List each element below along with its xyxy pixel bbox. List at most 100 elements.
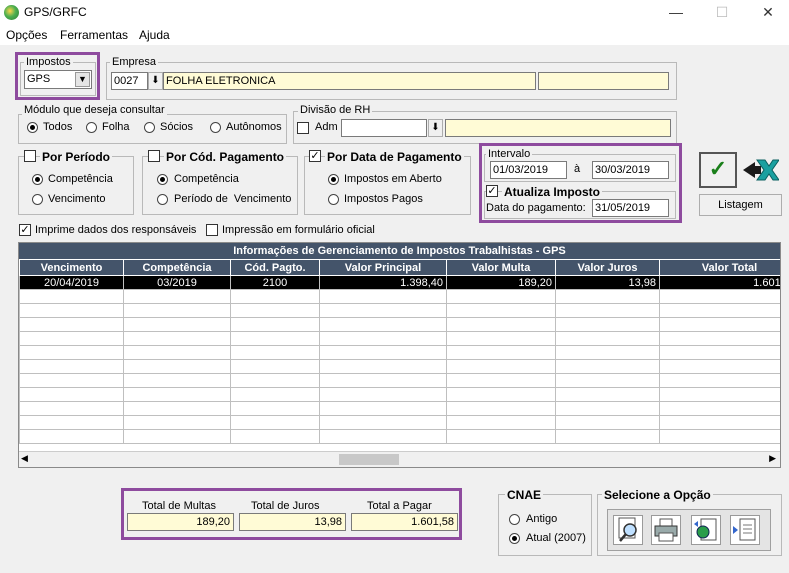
empresa-code-input[interactable]: 0027 <box>111 72 148 90</box>
scroll-left-icon[interactable]: ◀ <box>21 453 28 464</box>
cod-competencia-radio[interactable] <box>157 174 168 185</box>
confirm-check-icon[interactable]: ✓ <box>699 152 737 188</box>
search-preview-icon[interactable] <box>613 515 643 545</box>
download-arrow-icon[interactable]: ⬇ <box>428 119 443 137</box>
col-valor-total[interactable]: Valor Total <box>659 259 780 276</box>
adm-checkbox[interactable] <box>297 122 309 134</box>
periodo-competencia-radio[interactable] <box>32 174 43 185</box>
exit-icon[interactable] <box>741 152 780 188</box>
empty-row[interactable] <box>19 331 780 346</box>
imprime-checkbox[interactable]: ✓ <box>19 224 31 236</box>
modulo-label: Módulo que deseja consultar <box>22 104 167 116</box>
por-data-group <box>304 156 471 215</box>
impressao-checkbox[interactable] <box>206 224 218 236</box>
cell-valor-multa[interactable]: 189,20 <box>446 275 556 290</box>
divisao-name-field[interactable] <box>445 119 671 137</box>
data-aberto-label: Impostos em Aberto <box>344 173 442 185</box>
cell-vencimento[interactable]: 20/04/2019 <box>19 275 124 290</box>
modulo-todos-label: Todos <box>43 121 73 133</box>
download-arrow-icon[interactable]: ⬇ <box>148 72 163 90</box>
divisao-code-input[interactable] <box>341 119 427 137</box>
app-icon <box>4 5 19 20</box>
por-periodo-group <box>18 156 134 215</box>
listagem-button[interactable]: Listagem <box>699 194 782 216</box>
horizontal-scrollbar[interactable]: ◀ ▶ <box>19 451 780 467</box>
close-button[interactable]: ✕ <box>745 0 789 25</box>
empty-row[interactable] <box>19 345 780 360</box>
total-pagar-label: Total a Pagar <box>367 500 432 512</box>
minimize-button[interactable]: — <box>653 0 699 25</box>
data-aberto-radio[interactable] <box>328 174 339 185</box>
scroll-thumb[interactable] <box>339 454 399 465</box>
empresa-extra-field[interactable] <box>538 72 669 90</box>
scroll-right-icon[interactable]: ▶ <box>769 453 776 464</box>
empty-row[interactable] <box>19 401 780 416</box>
printer-icon[interactable] <box>651 515 681 545</box>
cod-competencia-label: Competência <box>174 173 239 185</box>
menu-ajuda[interactable]: Ajuda <box>139 28 170 42</box>
intervalo-from-input[interactable]: 01/03/2019 <box>490 161 567 179</box>
por-cod-group <box>142 156 298 215</box>
col-valor-juros[interactable]: Valor Juros <box>555 259 660 276</box>
intervalo-to-input[interactable]: 30/03/2019 <box>592 161 669 179</box>
cell-cod-pagto[interactable]: 2100 <box>230 275 320 290</box>
por-cod-checkbox[interactable] <box>148 150 160 162</box>
intervalo-label: Intervalo <box>486 148 533 160</box>
por-data-checkbox[interactable]: ✓ <box>309 150 321 162</box>
empty-row[interactable] <box>19 289 780 304</box>
col-valor-multa[interactable]: Valor Multa <box>446 259 556 276</box>
cnae-antigo-radio[interactable] <box>509 514 520 525</box>
grid-table: Vencimento Competência Cód. Pagto. Valor… <box>19 259 780 444</box>
empty-row[interactable] <box>19 317 780 332</box>
cnae-group <box>498 494 592 556</box>
col-valor-principal[interactable]: Valor Principal <box>319 259 447 276</box>
col-competencia[interactable]: Competência <box>123 259 231 276</box>
cell-valor-principal[interactable]: 1.398,40 <box>319 275 447 290</box>
cod-periodo-radio[interactable] <box>157 194 168 205</box>
table-row[interactable]: 20/04/2019 03/2019 2100 1.398,40 189,20 … <box>19 275 780 290</box>
total-multas-label: Total de Multas <box>142 500 216 512</box>
globe-document-icon[interactable] <box>691 515 721 545</box>
col-cod-pagto[interactable]: Cód. Pagto. <box>230 259 320 276</box>
data-pagamento-input[interactable]: 31/05/2019 <box>592 199 669 217</box>
por-cod-label: Por Cód. Pagamento <box>164 150 287 164</box>
cell-competencia[interactable]: 03/2019 <box>123 275 231 290</box>
cnae-atual-radio[interactable] <box>509 533 520 544</box>
grid-header-row: Vencimento Competência Cód. Pagto. Valor… <box>19 259 780 276</box>
cnae-label: CNAE <box>505 488 544 502</box>
adm-label: Adm <box>315 121 338 133</box>
periodo-competencia-label: Competência <box>48 173 113 185</box>
modulo-socios-radio[interactable] <box>144 122 155 133</box>
cnae-antigo-label: Antigo <box>526 513 558 525</box>
modulo-todos-radio[interactable] <box>27 122 38 133</box>
empty-row[interactable] <box>19 373 780 388</box>
title-bar: GPS/GRFC — ☐ ✕ <box>0 0 789 25</box>
menu-ferramentas[interactable]: Ferramentas <box>60 28 128 42</box>
atualiza-checkbox[interactable]: ✓ <box>486 185 498 197</box>
menu-bar: Opções Ferramentas Ajuda <box>0 25 789 45</box>
data-pagos-radio[interactable] <box>328 194 339 205</box>
cell-valor-total[interactable]: 1.601,58 <box>659 275 780 290</box>
cod-periodo-label: Período de Vencimento <box>174 193 292 205</box>
col-vencimento[interactable]: Vencimento <box>19 259 124 276</box>
menu-opcoes[interactable]: Opções <box>6 28 47 42</box>
empty-row[interactable] <box>19 415 780 430</box>
export-document-icon[interactable] <box>730 515 760 545</box>
chevron-down-icon[interactable]: ▼ <box>75 72 90 87</box>
modulo-autonomos-radio[interactable] <box>210 122 221 133</box>
impostos-select[interactable]: GPS ▼ <box>24 70 92 89</box>
impostos-label: Impostos <box>24 56 73 68</box>
periodo-vencimento-radio[interactable] <box>32 194 43 205</box>
option-toolbar <box>607 509 771 551</box>
intervalo-separator: à <box>574 163 581 175</box>
cell-valor-juros[interactable]: 13,98 <box>555 275 660 290</box>
maximize-button[interactable]: ☐ <box>699 0 745 25</box>
empty-row[interactable] <box>19 387 780 402</box>
empty-row[interactable] <box>19 429 780 444</box>
por-periodo-checkbox[interactable] <box>24 150 36 162</box>
divisao-label: Divisão de RH <box>298 104 373 116</box>
empty-row[interactable] <box>19 359 780 374</box>
empty-row[interactable] <box>19 303 780 318</box>
empresa-name-field[interactable]: FOLHA ELETRONICA <box>163 72 536 90</box>
modulo-folha-radio[interactable] <box>86 122 97 133</box>
